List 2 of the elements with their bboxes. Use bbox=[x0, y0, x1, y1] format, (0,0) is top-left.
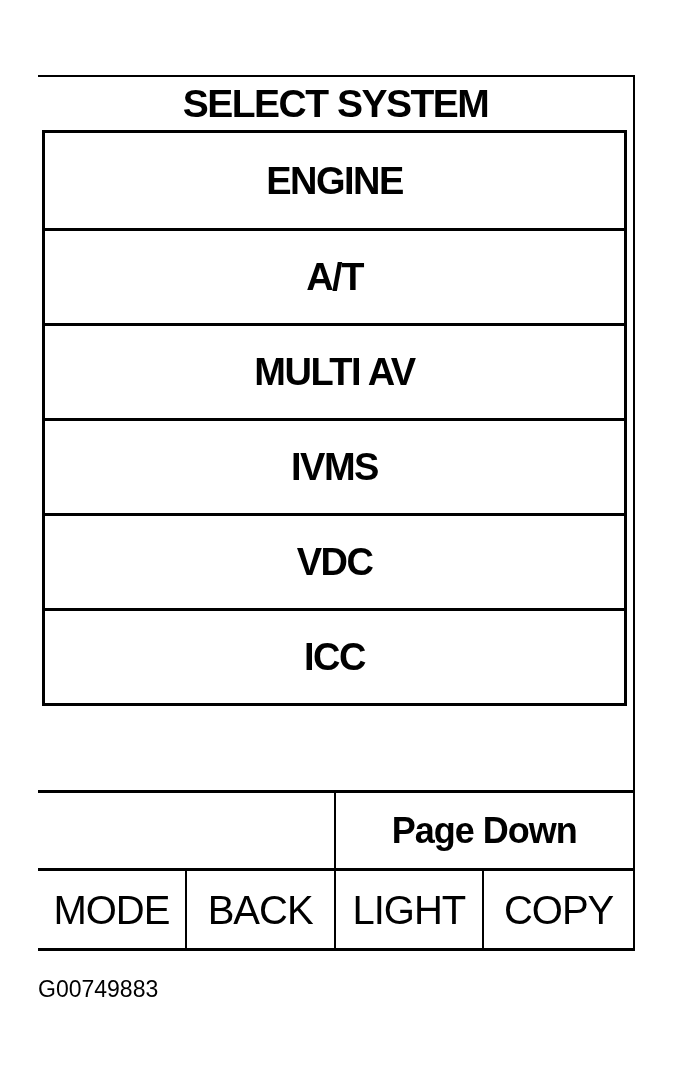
figure-id: G00749883 bbox=[38, 976, 159, 1002]
screen-title: SELECT SYSTEM bbox=[182, 84, 489, 123]
